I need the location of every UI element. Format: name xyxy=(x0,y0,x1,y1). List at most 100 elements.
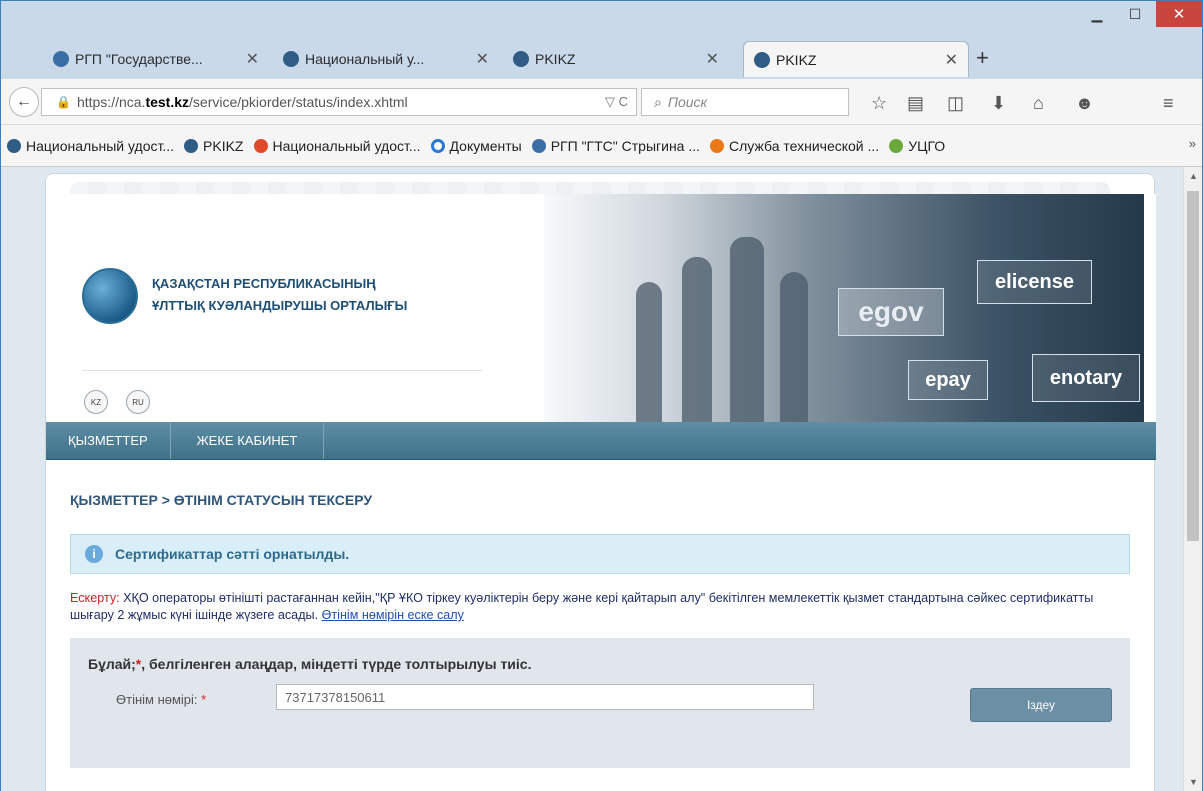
maximize-icon[interactable]: ☐ xyxy=(1119,1,1151,27)
org-name-line1: ҚАЗАҚСТАН РЕСПУБЛИКАСЫНЫҢ xyxy=(152,276,376,291)
joomla-icon xyxy=(253,138,268,153)
nca-logo-icon[interactable] xyxy=(82,268,138,324)
bookmark-label: Документы xyxy=(449,137,522,154)
close-window-icon[interactable]: ✕ xyxy=(1156,1,1202,27)
reading-list-icon[interactable]: ▤ xyxy=(907,93,924,114)
bookmark-item[interactable]: Документы xyxy=(430,137,522,154)
globe-icon xyxy=(7,138,21,153)
silhouette xyxy=(730,237,764,422)
bookmarks-bar: Национальный удост... PKIKZ Национальный… xyxy=(1,125,1202,167)
bookmark-item[interactable]: Национальный удост... xyxy=(7,138,174,154)
remind-request-number-link[interactable]: Өтінім нөмірін еске салу xyxy=(322,608,464,622)
request-number-label: Өтінім нөмірі: * xyxy=(116,692,207,707)
lang-ru-button[interactable]: RU xyxy=(126,390,150,414)
tab-4-active[interactable]: PKIKZ ✕ xyxy=(743,41,969,77)
bookmark-item[interactable]: Национальный удост... xyxy=(253,137,421,154)
close-icon[interactable]: ✕ xyxy=(706,49,719,69)
note-label: Ескерту: xyxy=(70,591,120,605)
search-placeholder: Поиск xyxy=(667,94,708,110)
documents-icon xyxy=(430,138,445,153)
note-text: ХҚО операторы өтінішті растағаннан кейін… xyxy=(70,591,1094,622)
browser-window: РГП "Государстве... ✕ Национальный у... … xyxy=(0,0,1203,791)
bookmark-label: РГП "ГТС" Стрыгина ... xyxy=(550,137,701,154)
support-icon xyxy=(710,138,725,153)
egov-label: egov xyxy=(838,288,944,336)
leaf-icon xyxy=(889,138,904,153)
bookmark-star-icon[interactable]: ☆ xyxy=(871,93,887,114)
divider xyxy=(82,370,482,371)
url-domain: test.kz xyxy=(145,94,190,110)
chevron-more-icon[interactable]: » xyxy=(1189,136,1196,151)
globe-favicon-icon xyxy=(754,51,770,68)
bookmark-item[interactable]: УЦГО xyxy=(889,138,945,154)
tab-3[interactable]: PKIKZ ✕ xyxy=(503,41,729,77)
required-fields-note: Бұлай;*, белгіленген алаңдар, міндетті т… xyxy=(88,656,532,672)
elicense-label: elicense xyxy=(977,260,1092,304)
tab-2[interactable]: Национальный у... ✕ xyxy=(273,41,499,77)
site-favicon-icon xyxy=(53,51,69,67)
lock-icon: 🔒 xyxy=(56,95,71,109)
breadcrumb: ҚЫЗМЕТТЕР > ӨТІНІМ СТАТУСЫН ТЕКСЕРУ xyxy=(70,492,373,508)
bookmark-label: Служба технической ... xyxy=(729,137,880,154)
globe-icon xyxy=(184,138,199,153)
search-icon: ⌕ xyxy=(654,93,662,110)
bookmark-item[interactable]: Служба технической ... xyxy=(710,138,879,154)
close-icon[interactable]: ✕ xyxy=(246,49,259,69)
tab-title: PKIKZ xyxy=(535,51,576,67)
epay-label: epay xyxy=(908,360,988,400)
info-message: i Сертификаттар сәтті орнатылды. xyxy=(70,534,1130,574)
header-banner: egov elicense epay enotary xyxy=(544,194,1144,422)
warning-note: Ескерту: ХҚО операторы өтінішті растаған… xyxy=(70,590,1130,624)
url-path: /service/pkiorder/status/index.xhtml xyxy=(189,94,408,110)
tab-title: Национальный у... xyxy=(305,51,425,67)
bookmark-label: Национальный удост... xyxy=(26,137,175,154)
reload-icon[interactable]: ▽ C xyxy=(605,94,628,110)
site-favicon-icon xyxy=(531,138,546,153)
globe-favicon-icon xyxy=(513,51,529,67)
info-text: Сертификаттар сәтті орнатылды. xyxy=(115,546,350,562)
org-name-line2: ҰЛТТЫҚ КУӘЛАНДЫРУШЫ ОРТАЛЫҒЫ xyxy=(152,298,408,313)
info-icon: i xyxy=(85,545,103,563)
page-viewport: ҚАЗАҚСТАН РЕСПУБЛИКАСЫНЫҢ ҰЛТТЫҚ КУӘЛАНД… xyxy=(1,167,1183,791)
tab-strip: РГП "Государстве... ✕ Национальный у... … xyxy=(1,1,1202,79)
search-input[interactable]: ⌕ Поиск xyxy=(641,88,849,116)
url-bar[interactable]: 🔒 https://nca. test.kz/service/pkiorder/s… xyxy=(41,88,637,116)
main-menu: ҚЫЗМЕТТЕР ЖЕКЕ КАБИНЕТ xyxy=(46,422,1156,460)
search-button[interactable]: Іздеу xyxy=(970,688,1112,722)
menu-item-cabinet[interactable]: ЖЕКЕ КАБИНЕТ xyxy=(171,422,325,459)
new-tab-icon[interactable]: + xyxy=(976,45,989,71)
bookmark-item[interactable]: РГП "ГТС" Стрыгина ... xyxy=(531,137,701,154)
silhouette xyxy=(636,282,662,422)
silhouette xyxy=(780,272,808,422)
tab-1[interactable]: РГП "Государстве... ✕ xyxy=(43,41,269,77)
enotary-label: enotary xyxy=(1032,354,1140,402)
close-icon[interactable]: ✕ xyxy=(945,50,958,70)
vertical-scrollbar[interactable]: ▲ ▼ xyxy=(1183,167,1202,791)
silhouette xyxy=(682,257,712,422)
tab-title: PKIKZ xyxy=(776,51,817,68)
back-arrow-icon[interactable]: ← xyxy=(9,87,39,117)
bookmark-label: PKIKZ xyxy=(203,137,244,154)
page-container: ҚАЗАҚСТАН РЕСПУБЛИКАСЫНЫҢ ҰЛТТЫҚ КУӘЛАНД… xyxy=(45,173,1156,791)
bookmark-label: Национальный удост... xyxy=(272,137,421,154)
status-form: Бұлай;*, белгіленген алаңдар, міндетті т… xyxy=(70,638,1130,768)
request-number-input[interactable]: 73717378150611 xyxy=(276,684,814,710)
globe-favicon-icon xyxy=(283,51,299,67)
download-icon[interactable]: ⬇ xyxy=(991,93,1006,114)
scroll-up-icon[interactable]: ▲ xyxy=(1189,171,1198,181)
bookmark-label: УЦГО xyxy=(908,137,946,154)
scroll-down-icon[interactable]: ▼ xyxy=(1189,777,1198,787)
chat-icon[interactable]: ☻ xyxy=(1075,93,1094,114)
tab-title: РГП "Государстве... xyxy=(75,51,203,67)
pocket-icon[interactable]: ◫ xyxy=(947,93,964,114)
minimize-icon[interactable]: ▁ xyxy=(1081,1,1113,27)
url-prefix: https://nca. xyxy=(76,94,146,110)
menu-item-services[interactable]: ҚЫЗМЕТТЕР xyxy=(46,422,171,459)
lang-kz-button[interactable]: KZ xyxy=(84,390,108,414)
menu-icon[interactable]: ≡ xyxy=(1163,93,1174,114)
bookmark-item[interactable]: PKIKZ xyxy=(184,137,244,154)
close-icon[interactable]: ✕ xyxy=(476,49,489,69)
nav-bar: ← 🔒 https://nca. test.kz/service/pkiorder… xyxy=(1,79,1202,125)
scrollbar-thumb[interactable] xyxy=(1187,191,1199,541)
home-icon[interactable]: ⌂ xyxy=(1033,93,1044,114)
